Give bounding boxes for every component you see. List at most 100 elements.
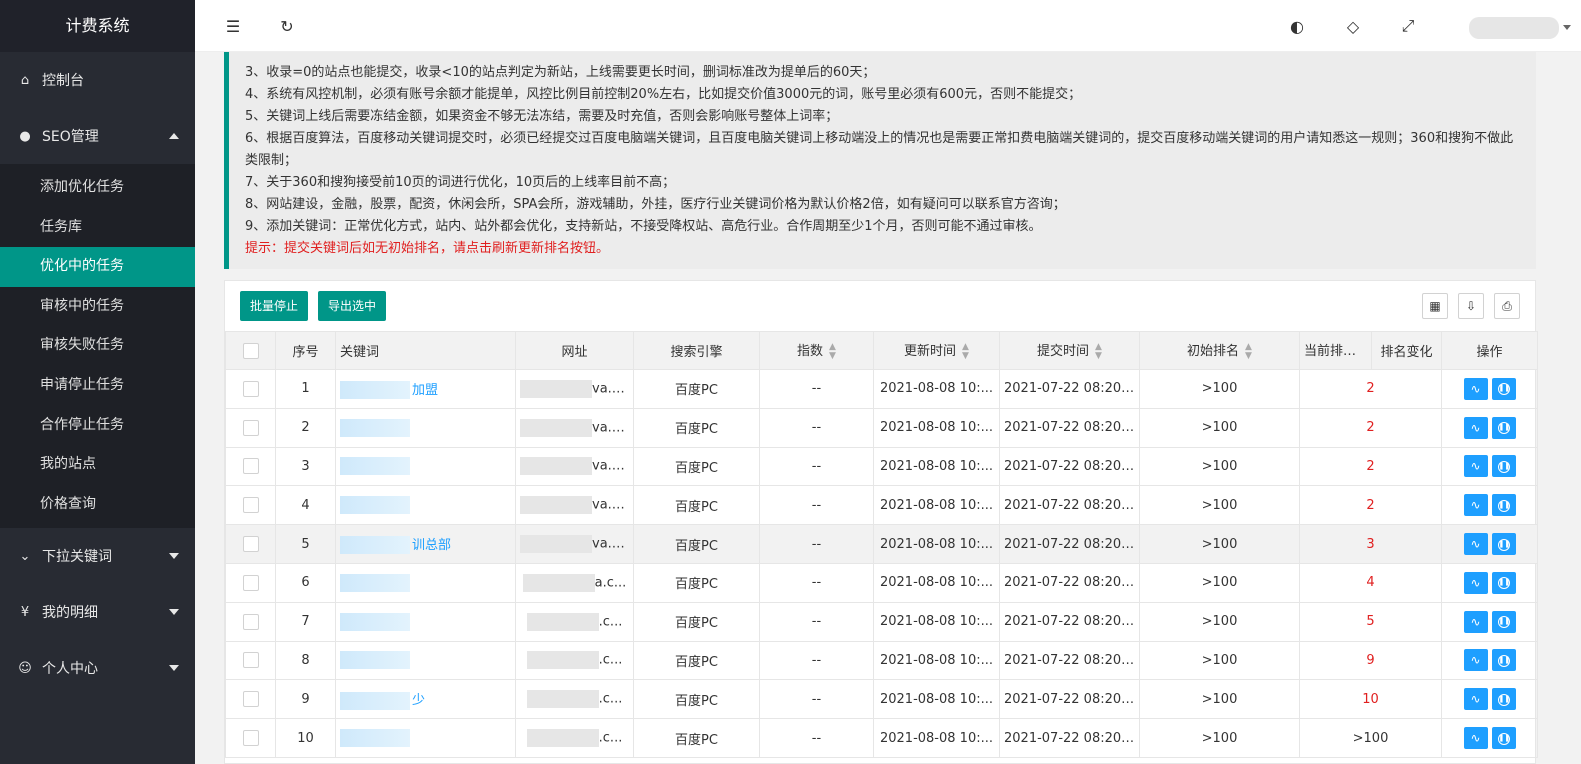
row-select-cell[interactable] bbox=[225, 601, 276, 642]
row-keyword[interactable] bbox=[335, 446, 516, 487]
sort-icon[interactable]: ▲ ▼ bbox=[829, 342, 836, 361]
col-header-current[interactable]: 当前排名 ▲ ▼ bbox=[1299, 331, 1372, 370]
row-keyword[interactable] bbox=[335, 601, 516, 642]
sort-icon[interactable]: ▲ ▼ bbox=[962, 342, 969, 361]
nav-personal-center[interactable]: ☺ 个人中心 bbox=[0, 640, 195, 696]
pause-icon[interactable]: ❚❚ bbox=[1491, 727, 1516, 750]
sub-add-task[interactable]: 添加优化任务 bbox=[0, 168, 195, 208]
trend-icon[interactable]: ∿ bbox=[1463, 533, 1488, 556]
row-checkbox[interactable] bbox=[242, 574, 259, 591]
row-checkbox[interactable] bbox=[242, 730, 259, 747]
row-checkbox[interactable] bbox=[242, 613, 259, 630]
row-keyword[interactable] bbox=[335, 562, 516, 603]
row-keyword[interactable]: 加盟 bbox=[335, 369, 516, 409]
nav-my-details[interactable]: ¥ 我的明细 bbox=[0, 584, 195, 640]
select-all-cell[interactable] bbox=[225, 331, 276, 370]
row-select-cell[interactable] bbox=[225, 369, 276, 409]
pause-icon[interactable]: ❚❚ bbox=[1491, 494, 1516, 517]
row-keyword[interactable] bbox=[335, 718, 516, 758]
row-checkbox[interactable] bbox=[242, 691, 259, 708]
sub-reviewing-tasks[interactable]: 审核中的任务 bbox=[0, 287, 195, 327]
row-keyword[interactable]: 少 bbox=[335, 679, 516, 720]
sub-stop-request-tasks[interactable]: 申请停止任务 bbox=[0, 366, 195, 406]
pause-icon[interactable]: ❚❚ bbox=[1491, 688, 1516, 711]
nav-dropdown-keywords[interactable]: ⌄ 下拉关键词 bbox=[0, 528, 195, 584]
row-checkbox[interactable] bbox=[242, 380, 259, 397]
row-keyword-text[interactable]: 训总部 bbox=[412, 538, 451, 553]
export-icon[interactable]: ⇩ bbox=[1458, 293, 1484, 319]
sub-failed-tasks[interactable]: 审核失败任务 bbox=[0, 326, 195, 366]
sub-stopped-tasks[interactable]: 合作停止任务 bbox=[0, 406, 195, 446]
trend-icon[interactable]: ∿ bbox=[1463, 377, 1488, 400]
print-icon[interactable]: ⎙ bbox=[1494, 293, 1520, 319]
row-select-cell[interactable] bbox=[225, 524, 276, 564]
col-header-submitted[interactable]: 提交时间 ▲ ▼ bbox=[999, 331, 1140, 370]
row-checkbox[interactable] bbox=[242, 458, 259, 475]
pause-icon[interactable]: ❚❚ bbox=[1491, 610, 1516, 633]
batch-stop-button[interactable]: 批量停止 bbox=[240, 291, 309, 321]
export-selected-button[interactable]: 导出选中 bbox=[318, 291, 387, 321]
sub-price-query[interactable]: 价格查询 bbox=[0, 485, 195, 525]
sub-my-sites[interactable]: 我的站点 bbox=[0, 445, 195, 485]
trend-icon[interactable]: ∿ bbox=[1463, 727, 1488, 750]
col-header-updated-label: 更新时间 bbox=[904, 344, 957, 360]
pause-icon[interactable]: ❚❚ bbox=[1491, 416, 1516, 439]
menu-fold-icon[interactable]: ☰ bbox=[223, 16, 243, 36]
user-avatar[interactable] bbox=[1469, 17, 1559, 39]
sub-task-library[interactable]: 任务库 bbox=[0, 208, 195, 248]
row-select-cell[interactable] bbox=[225, 718, 276, 758]
trend-icon[interactable]: ∿ bbox=[1463, 649, 1488, 672]
row-keyword-text[interactable]: 加盟 bbox=[412, 383, 438, 398]
trend-icon[interactable]: ∿ bbox=[1463, 688, 1488, 711]
pause-icon[interactable]: ❚❚ bbox=[1491, 571, 1516, 594]
tag-icon[interactable]: ◇ bbox=[1343, 16, 1363, 36]
row-checkbox[interactable] bbox=[242, 419, 259, 436]
table-header-row: 序号 关键词 网址 搜索引擎 指数 ▲ ▼ 更新时间 ▲ ▼ 提交时间 ▲ ▼ 初始排名 ▲ ▼… bbox=[225, 331, 1538, 370]
pause-icon[interactable]: ❚❚ bbox=[1491, 649, 1516, 672]
pause-icon[interactable]: ❚❚ bbox=[1491, 377, 1516, 400]
row-url: va.c... bbox=[515, 407, 634, 448]
row-select-cell[interactable] bbox=[225, 640, 276, 681]
row-keyword[interactable] bbox=[335, 640, 516, 681]
select-all-checkbox[interactable] bbox=[242, 342, 259, 359]
theme-icon[interactable]: ◐ bbox=[1287, 16, 1307, 36]
col-header-updated[interactable]: 更新时间 ▲ ▼ bbox=[873, 331, 1000, 370]
row-checkbox[interactable] bbox=[242, 652, 259, 669]
row-initial: >100 bbox=[1139, 485, 1300, 526]
refresh-icon[interactable]: ↻ bbox=[277, 16, 297, 36]
row-keyword[interactable] bbox=[335, 407, 516, 448]
notice-line-5: 5、关键词上线后需要冻结金额，如果资金不够无法冻结，需要及时充值，否则会影响账号… bbox=[245, 109, 839, 124]
sub-optimizing-tasks[interactable]: 优化中的任务 bbox=[0, 247, 195, 287]
trend-icon[interactable]: ∿ bbox=[1463, 455, 1488, 478]
row-keyword[interactable]: 训总部 bbox=[335, 524, 516, 564]
row-checkbox[interactable] bbox=[242, 497, 259, 514]
trend-icon[interactable]: ∿ bbox=[1463, 571, 1488, 594]
trend-icon[interactable]: ∿ bbox=[1463, 610, 1488, 633]
caret-down-icon[interactable] bbox=[1563, 25, 1571, 30]
trend-icon[interactable]: ∿ bbox=[1463, 494, 1488, 517]
redacted-block bbox=[526, 729, 599, 748]
row-select-cell[interactable] bbox=[225, 446, 276, 487]
fullscreen-icon[interactable]: ⤢ bbox=[1398, 16, 1418, 36]
sort-icon[interactable]: ▲ ▼ bbox=[1095, 342, 1102, 361]
row-select-cell[interactable] bbox=[225, 679, 276, 720]
pause-icon[interactable]: ❚❚ bbox=[1491, 533, 1516, 556]
nav-seo[interactable]: ● SEO管理 bbox=[0, 108, 195, 164]
row-select-cell[interactable] bbox=[225, 407, 276, 448]
columns-icon[interactable]: ▦ bbox=[1422, 293, 1448, 319]
nav-console[interactable]: ⌂ 控制台 bbox=[0, 52, 195, 108]
col-header-index[interactable]: 指数 ▲ ▼ bbox=[759, 331, 874, 370]
row-select-cell[interactable] bbox=[225, 485, 276, 526]
table-row: 8 .c... 百度PC -- 2021-08-08 10:... 2021-07-22 … bbox=[225, 640, 1538, 681]
sort-icon[interactable]: ▲ ▼ bbox=[1245, 342, 1252, 361]
row-select-cell[interactable] bbox=[225, 562, 276, 603]
sort-asc-icon[interactable]: ▲ ▼ bbox=[1362, 342, 1369, 361]
row-keyword[interactable] bbox=[335, 485, 516, 526]
col-header-actions: 操作 bbox=[1441, 331, 1538, 370]
row-checkbox[interactable] bbox=[242, 536, 259, 553]
pause-icon[interactable]: ❚❚ bbox=[1491, 455, 1516, 478]
row-keyword-text[interactable]: 少 bbox=[412, 693, 425, 708]
trend-icon[interactable]: ∿ bbox=[1463, 416, 1488, 439]
table-row: 1 加盟 va.c... 百度PC -- 2021-08-08 10:... 2021-07… bbox=[225, 369, 1538, 409]
col-header-initial[interactable]: 初始排名 ▲ ▼ bbox=[1139, 331, 1300, 370]
